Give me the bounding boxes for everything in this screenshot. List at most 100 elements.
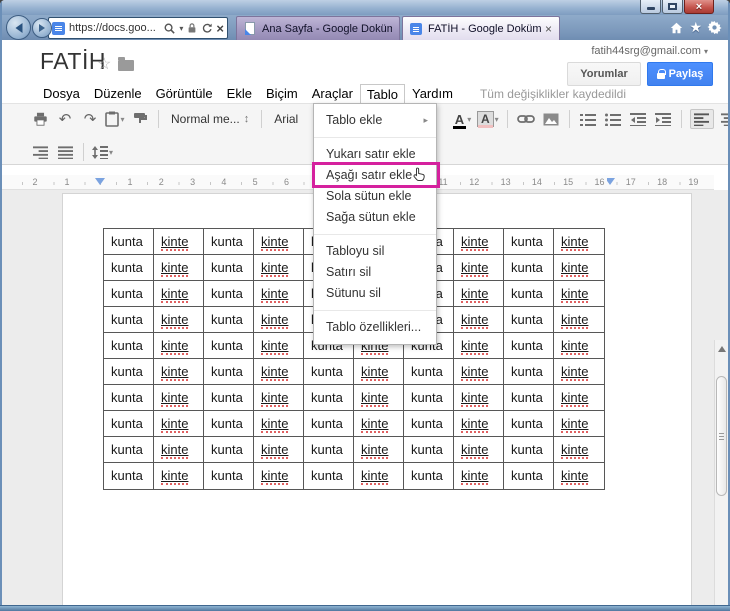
redo-button[interactable]: ↷ bbox=[80, 109, 100, 129]
table-cell[interactable]: kunta bbox=[204, 411, 254, 437]
table-cell[interactable]: kinte bbox=[554, 307, 604, 333]
table-cell[interactable]: kunta bbox=[404, 385, 454, 411]
table-cell[interactable]: kunta bbox=[504, 359, 554, 385]
menu-biçim[interactable]: Biçim bbox=[259, 84, 305, 103]
menu-görüntüle[interactable]: Görüntüle bbox=[149, 84, 220, 103]
search-icon[interactable] bbox=[163, 22, 176, 35]
vertical-scrollbar[interactable] bbox=[714, 340, 728, 611]
table-cell[interactable]: kunta bbox=[504, 333, 554, 359]
table-cell[interactable]: kinte bbox=[554, 255, 604, 281]
url-text[interactable]: https://docs.goo... bbox=[69, 22, 163, 34]
table-cell[interactable]: kinte bbox=[154, 281, 204, 307]
numbered-list-button[interactable] bbox=[578, 109, 598, 129]
increase-indent-button[interactable] bbox=[653, 109, 673, 129]
insert-image-button[interactable] bbox=[541, 109, 561, 129]
table-cell[interactable]: kunta bbox=[204, 463, 254, 489]
table-cell[interactable]: kinte bbox=[454, 385, 504, 411]
align-right-button[interactable] bbox=[30, 142, 50, 162]
table-cell[interactable]: kinte bbox=[454, 411, 504, 437]
star-document-icon[interactable]: ☆ bbox=[97, 54, 111, 74]
align-left-button[interactable] bbox=[689, 109, 714, 129]
insert-link-button[interactable] bbox=[516, 109, 536, 129]
table-cell[interactable]: kunta bbox=[204, 255, 254, 281]
table-menu-item[interactable]: Tabloyu sil bbox=[314, 241, 436, 262]
table-cell[interactable]: kunta bbox=[104, 463, 154, 489]
share-button[interactable]: Paylaş bbox=[647, 62, 713, 86]
table-menu-item[interactable]: Satırı sil bbox=[314, 262, 436, 283]
search-dropdown-icon[interactable]: ▾ bbox=[179, 24, 183, 33]
table-cell[interactable]: kinte bbox=[554, 385, 604, 411]
table-cell[interactable]: kunta bbox=[204, 437, 254, 463]
move-to-folder-icon[interactable] bbox=[118, 57, 134, 71]
table-cell[interactable]: kunta bbox=[204, 307, 254, 333]
menu-araçlar[interactable]: Araçlar bbox=[305, 84, 360, 103]
table-cell[interactable]: kunta bbox=[204, 229, 254, 255]
table-cell[interactable]: kunta bbox=[204, 333, 254, 359]
bullet-list-button[interactable] bbox=[603, 109, 623, 129]
paste-button[interactable]: ▾ bbox=[105, 109, 125, 129]
menu-ekle[interactable]: Ekle bbox=[220, 84, 259, 103]
highlight-color-button[interactable]: A ▾ bbox=[477, 109, 499, 129]
table-cell[interactable]: kunta bbox=[304, 385, 354, 411]
font-select[interactable]: Arial bbox=[270, 112, 302, 126]
table-cell[interactable]: kinte bbox=[154, 463, 204, 489]
table-cell[interactable]: kinte bbox=[454, 333, 504, 359]
table-menu-item[interactable]: Sütunu sil bbox=[314, 283, 436, 304]
table-cell[interactable]: kinte bbox=[254, 281, 304, 307]
table-cell[interactable]: kunta bbox=[204, 281, 254, 307]
tab-fatih[interactable]: FATİH - Google Dokümanlar × bbox=[402, 16, 560, 40]
menu-dosya[interactable]: Dosya bbox=[36, 84, 87, 103]
table-cell[interactable]: kinte bbox=[554, 463, 604, 489]
table-menu-item[interactable]: Sola sütun ekle bbox=[314, 186, 436, 207]
table-cell[interactable]: kinte bbox=[254, 359, 304, 385]
table-cell[interactable]: kinte bbox=[454, 229, 504, 255]
table-cell[interactable]: kinte bbox=[254, 307, 304, 333]
table-cell[interactable]: kinte bbox=[254, 463, 304, 489]
table-cell[interactable]: kunta bbox=[504, 463, 554, 489]
table-cell[interactable]: kunta bbox=[504, 385, 554, 411]
table-cell[interactable]: kinte bbox=[554, 437, 604, 463]
left-indent-marker[interactable] bbox=[95, 178, 105, 185]
table-cell[interactable]: kinte bbox=[554, 229, 604, 255]
table-cell[interactable]: kunta bbox=[504, 411, 554, 437]
table-cell[interactable]: kinte bbox=[354, 437, 404, 463]
table-menu-item[interactable]: Tablo özellikleri... bbox=[314, 317, 436, 338]
table-cell[interactable]: kinte bbox=[554, 359, 604, 385]
tab-close-icon[interactable]: × bbox=[545, 23, 552, 35]
print-button[interactable] bbox=[30, 109, 50, 129]
styles-select[interactable]: Normal me... ↕ bbox=[167, 112, 253, 126]
table-cell[interactable]: kinte bbox=[254, 437, 304, 463]
table-cell[interactable]: kunta bbox=[104, 333, 154, 359]
table-cell[interactable]: kinte bbox=[154, 255, 204, 281]
menu-yardım[interactable]: Yardım bbox=[405, 84, 460, 103]
table-cell[interactable]: kunta bbox=[104, 255, 154, 281]
table-cell[interactable]: kunta bbox=[104, 411, 154, 437]
table-cell[interactable]: kunta bbox=[504, 255, 554, 281]
scrollbar-thumb[interactable] bbox=[716, 376, 727, 496]
table-menu-item[interactable]: Tablo ekle ▸ bbox=[314, 110, 436, 131]
table-cell[interactable]: kinte bbox=[454, 437, 504, 463]
forward-button[interactable] bbox=[32, 18, 52, 38]
justify-button[interactable] bbox=[55, 142, 75, 162]
table-cell[interactable]: kinte bbox=[554, 411, 604, 437]
scroll-up-icon[interactable] bbox=[718, 346, 726, 352]
address-bar[interactable]: https://docs.goo... ▾ × bbox=[48, 17, 228, 39]
table-cell[interactable]: kunta bbox=[104, 281, 154, 307]
table-cell[interactable]: kunta bbox=[404, 359, 454, 385]
table-cell[interactable]: kinte bbox=[154, 385, 204, 411]
table-cell[interactable]: kunta bbox=[304, 437, 354, 463]
table-cell[interactable]: kinte bbox=[354, 411, 404, 437]
text-color-button[interactable]: A ▾ bbox=[452, 109, 472, 129]
paint-format-button[interactable] bbox=[130, 109, 150, 129]
table-cell[interactable]: kunta bbox=[504, 229, 554, 255]
table-cell[interactable]: kinte bbox=[354, 463, 404, 489]
close-button[interactable]: × bbox=[684, 0, 714, 14]
maximize-button[interactable] bbox=[662, 0, 683, 14]
table-cell[interactable]: kinte bbox=[154, 333, 204, 359]
stop-icon[interactable]: × bbox=[216, 22, 224, 35]
favorites-star-icon[interactable]: ★ bbox=[689, 19, 702, 36]
table-cell[interactable]: kunta bbox=[104, 229, 154, 255]
table-cell[interactable]: kunta bbox=[504, 437, 554, 463]
gear-icon[interactable] bbox=[707, 20, 722, 35]
table-cell[interactable]: kinte bbox=[554, 333, 604, 359]
